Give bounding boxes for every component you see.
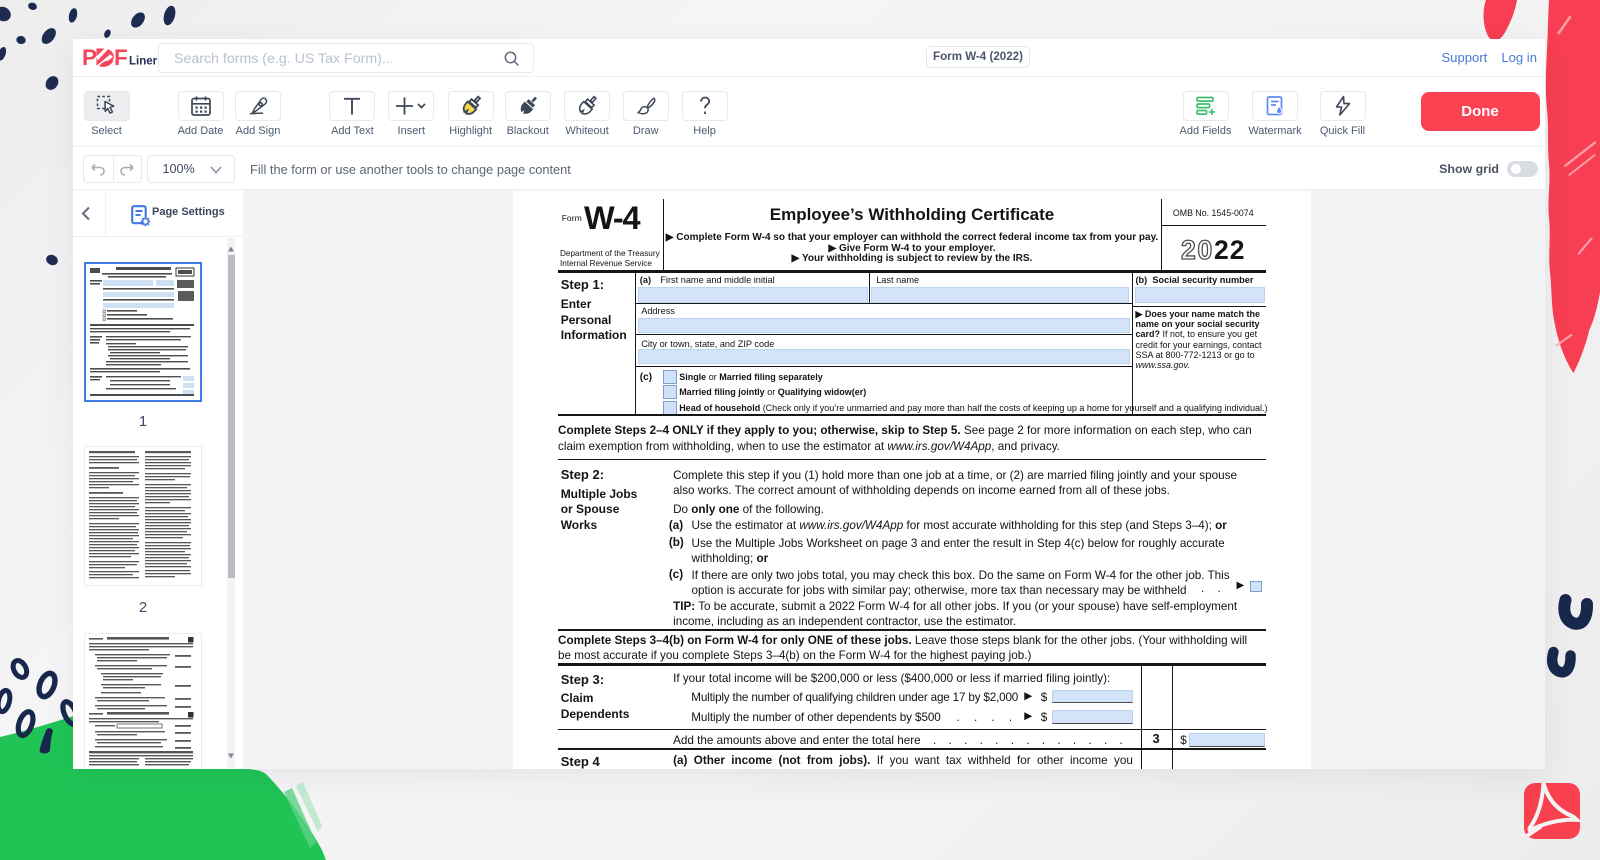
svg-text:P: P: [82, 47, 97, 69]
svg-text:F: F: [114, 47, 127, 69]
svg-text:Liner: Liner: [129, 55, 158, 67]
